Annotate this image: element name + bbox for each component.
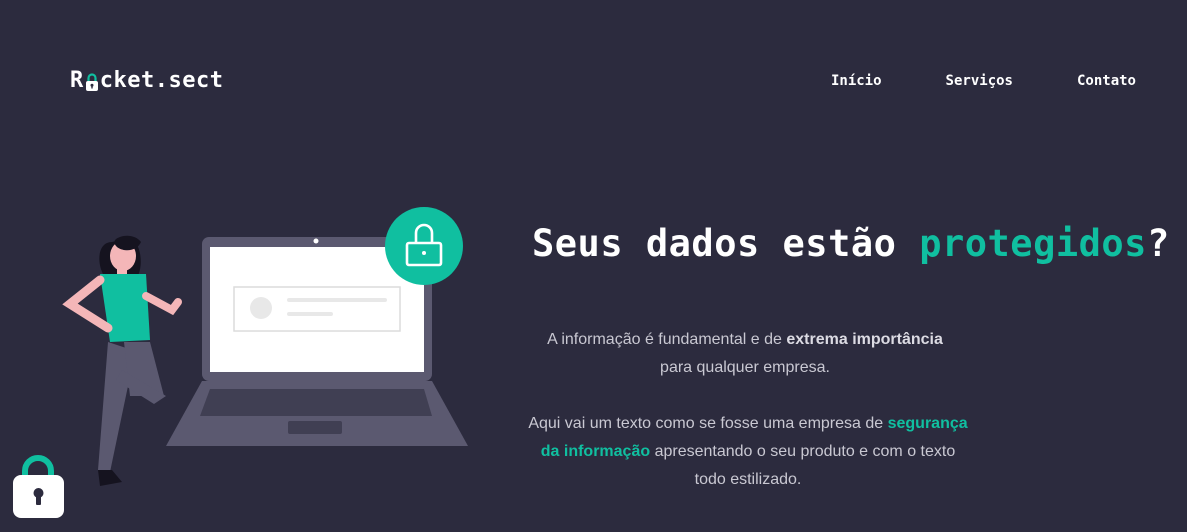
main-nav: Início Serviços Contato [831,73,1136,89]
nav-item-inicio[interactable]: Início [831,73,882,89]
headline-end: ? [1146,222,1170,265]
hero-paragraph-2: Aqui vai um texto como se fosse uma empr… [528,410,968,494]
nav-item-contato[interactable]: Contato [1077,73,1136,89]
p1-text: A informação é fundamental e de [547,331,787,348]
person-illustration [62,235,182,486]
p2-text-end: apresentando o seu produto e com o texto… [650,443,956,488]
nav-item-servicos[interactable]: Serviços [946,73,1013,89]
hero-headline: Seus dados estão protegidos? [532,222,1170,265]
floating-lock-icon[interactable] [12,455,66,521]
headline-accent: protegidos [919,222,1147,265]
padlock-icon [85,70,99,92]
p1-bold: extrema importância [786,331,943,348]
padlock-badge-icon [385,207,463,285]
p2-text: Aqui vai um texto como se fosse uma empr… [528,415,888,432]
headline-main: Seus dados estão [532,222,920,265]
hero-paragraph-1: A informação é fundamental e de extrema … [530,326,960,382]
hero-illustration [62,207,468,486]
brand-logo[interactable]: R cket.sect [70,68,223,93]
brand-prefix: R [70,68,84,93]
p1-text-end: para qualquer empresa. [660,359,830,376]
brand-suffix: cket.sect [99,68,224,93]
